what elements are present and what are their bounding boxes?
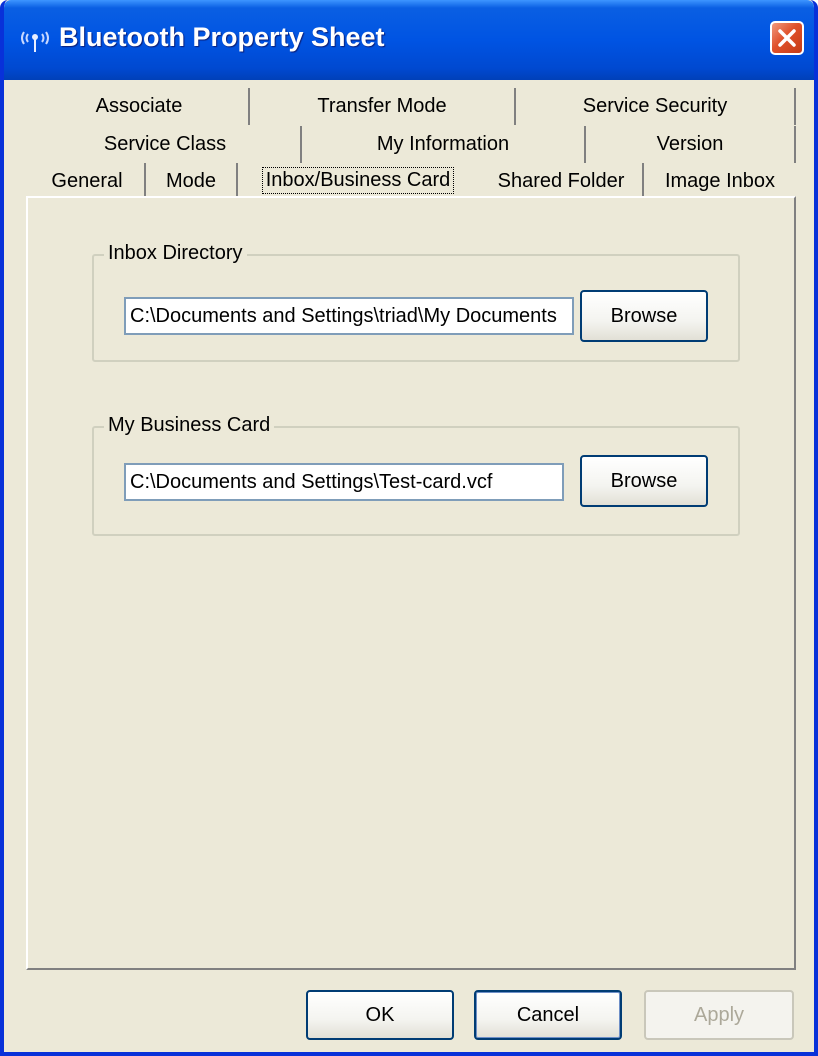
- tab-service-security[interactable]: Service Security: [516, 88, 796, 125]
- cancel-button[interactable]: Cancel: [474, 990, 622, 1040]
- apply-button[interactable]: Apply: [644, 990, 794, 1040]
- close-x-icon: [778, 29, 796, 47]
- tab-version[interactable]: Version: [586, 126, 796, 163]
- tab-shared-folder[interactable]: Shared Folder: [480, 163, 644, 200]
- inbox-directory-label: Inbox Directory: [104, 242, 247, 265]
- inbox-business-card-panel: Inbox Directory C:\Documents and Setting…: [26, 196, 796, 970]
- tab-mode[interactable]: Mode: [146, 163, 238, 200]
- close-button[interactable]: [770, 21, 804, 55]
- tab-transfer-mode[interactable]: Transfer Mode: [250, 88, 516, 125]
- tab-inbox-business-card[interactable]: Inbox/Business Card: [238, 159, 478, 201]
- business-card-label: My Business Card: [104, 414, 275, 437]
- ok-button[interactable]: OK: [306, 990, 454, 1040]
- title-bar[interactable]: Bluetooth Property Sheet: [4, 0, 814, 80]
- inbox-directory-field[interactable]: C:\Documents and Settings\triad\My Docum…: [124, 297, 574, 335]
- bluetooth-antenna-icon: [18, 26, 52, 54]
- inbox-directory-group: Inbox Directory C:\Documents and Setting…: [92, 242, 740, 362]
- inbox-browse-button[interactable]: Browse: [580, 290, 708, 342]
- business-card-field[interactable]: C:\Documents and Settings\Test-card.vcf: [124, 463, 564, 501]
- tab-general[interactable]: General: [30, 163, 146, 200]
- tab-my-information[interactable]: My Information: [302, 126, 586, 163]
- tab-row-1: Associate Transfer Mode Service Security: [4, 88, 814, 125]
- tab-row-3: General Mode Inbox/Business Card Shared …: [4, 163, 814, 200]
- tab-image-inbox[interactable]: Image Inbox: [644, 163, 796, 200]
- tab-service-class[interactable]: Service Class: [30, 126, 302, 163]
- window-title: Bluetooth Property Sheet: [59, 22, 385, 52]
- business-card-group: My Business Card C:\Documents and Settin…: [92, 414, 740, 536]
- tab-inbox-business-card-label: Inbox/Business Card: [261, 166, 455, 194]
- tab-associate[interactable]: Associate: [30, 88, 250, 125]
- business-card-browse-button[interactable]: Browse: [580, 455, 708, 507]
- bluetooth-property-sheet-window: Bluetooth Property Sheet Associate Trans…: [0, 0, 818, 1056]
- tab-row-2: Service Class My Information Version: [4, 126, 814, 163]
